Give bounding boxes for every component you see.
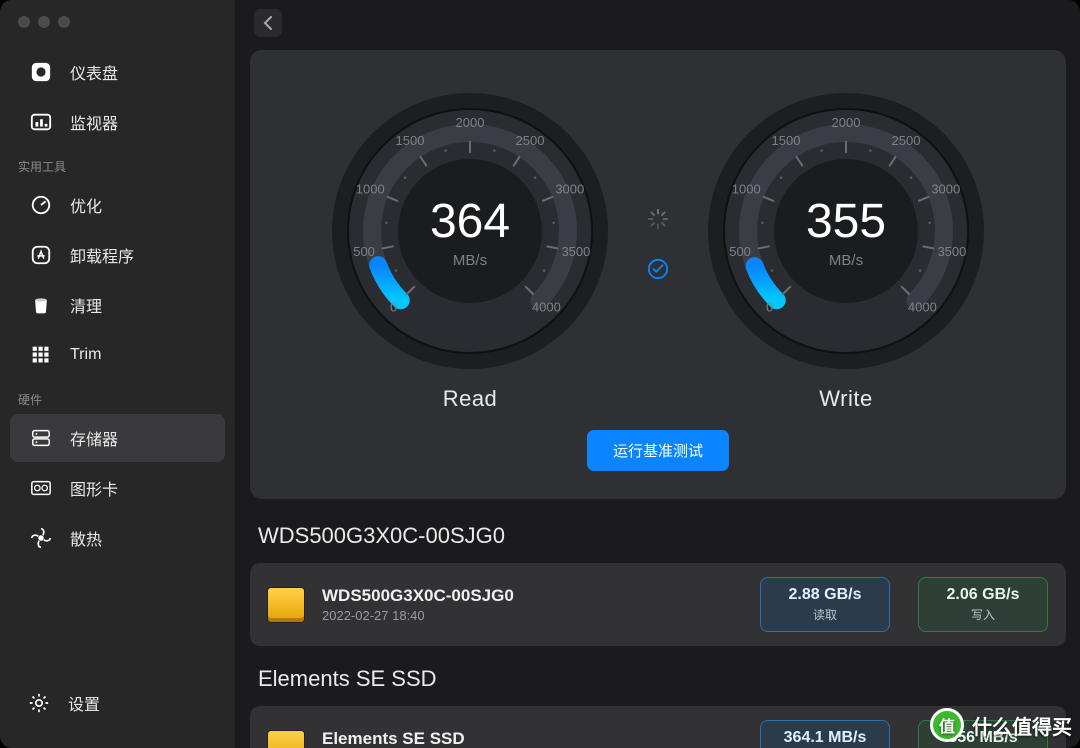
svg-text:364: 364 <box>430 195 510 248</box>
drive-icon <box>28 425 54 451</box>
svg-text:1500: 1500 <box>772 133 801 148</box>
svg-text:355: 355 <box>806 195 886 248</box>
sidebar-item-label: 优化 <box>70 193 102 217</box>
center-status-icons <box>620 208 696 280</box>
sidebar-item-label: 清理 <box>70 293 102 317</box>
fan-icon <box>28 525 54 551</box>
svg-text:4000: 4000 <box>908 299 937 314</box>
sidebar-item-gpu[interactable]: 图形卡 <box>10 464 225 512</box>
sidebar-item-storage[interactable]: 存储器 <box>10 414 225 462</box>
sidebar-item-label: 卸载程序 <box>70 243 134 267</box>
sidebar-section-hardware: 硬件 <box>0 381 235 412</box>
svg-text:2000: 2000 <box>456 115 485 130</box>
read-metric-pill: 2.88 GB/s 读取 <box>760 577 890 632</box>
svg-text:1000: 1000 <box>732 182 761 197</box>
sidebar-item-settings[interactable]: 设置 <box>18 680 217 726</box>
svg-text:0: 0 <box>766 299 773 314</box>
check-circle-icon <box>647 258 669 280</box>
gear-icon <box>26 690 52 716</box>
disk-icon <box>268 588 304 622</box>
device-name: WDS500G3X0C-00SJG0 <box>322 586 732 606</box>
gauge-read: 0 500 1000 1500 2000 2500 3000 3500 4000 364 MB/s <box>320 76 620 376</box>
device-result-row[interactable]: WDS500G3X0C-00SJG0 2022-02-27 18:40 2.88… <box>250 563 1066 646</box>
sidebar-item-label: 仪表盘 <box>70 60 118 84</box>
sidebar-item-trim[interactable]: Trim <box>10 331 225 379</box>
watermark: 值 什么值得买 <box>930 708 1072 742</box>
gauge-write: 0 500 1000 1500 2000 2500 3000 3500 4000 355 MB/s <box>696 76 996 376</box>
svg-text:3500: 3500 <box>561 244 590 259</box>
device-title: Elements SE SSD <box>250 646 1066 706</box>
read-value: 2.88 GB/s <box>781 586 869 604</box>
watermark-badge-icon: 值 <box>930 708 964 742</box>
svg-text:4000: 4000 <box>532 299 561 314</box>
read-label: 读取 <box>781 606 869 623</box>
write-value: 2.06 GB/s <box>939 586 1027 604</box>
sidebar-section-utils: 实用工具 <box>0 148 235 179</box>
sidebar-item-optimize[interactable]: 优化 <box>10 181 225 229</box>
svg-text:MB/s: MB/s <box>829 252 863 269</box>
grid-icon <box>28 342 54 368</box>
window-traffic-lights[interactable] <box>18 16 70 28</box>
device-name: Elements SE SSD <box>322 729 732 748</box>
spinner-icon <box>647 208 669 230</box>
sidebar-item-label: 监视器 <box>70 110 118 134</box>
device-title: WDS500G3X0C-00SJG0 <box>250 503 1066 563</box>
sidebar-item-cooling[interactable]: 散热 <box>10 514 225 562</box>
benchmark-panel: 05001000150020002500300035004000364MB/s … <box>250 50 1066 499</box>
gauge-icon <box>28 192 54 218</box>
svg-text:1500: 1500 <box>396 133 425 148</box>
sidebar-item-label: 图形卡 <box>70 476 118 500</box>
svg-text:MB/s: MB/s <box>453 252 487 269</box>
write-metric-pill: 2.06 GB/s 写入 <box>918 577 1048 632</box>
svg-text:500: 500 <box>729 244 751 259</box>
svg-text:1000: 1000 <box>356 182 385 197</box>
barchart-icon <box>28 109 54 135</box>
sidebar: 仪表盘 监视器 实用工具 优化 卸载程序 <box>0 0 236 748</box>
sidebar-item-label: Trim <box>70 346 101 364</box>
sidebar-item-monitor[interactable]: 监视器 <box>10 98 225 146</box>
gauge-write-caption: Write <box>819 386 872 412</box>
write-label: 写入 <box>939 606 1027 623</box>
disk-icon <box>268 731 304 748</box>
close-dot[interactable] <box>18 16 30 28</box>
svg-text:2500: 2500 <box>516 133 545 148</box>
sidebar-item-label: 存储器 <box>70 426 118 450</box>
svg-text:0: 0 <box>390 299 397 314</box>
appstore-icon <box>28 242 54 268</box>
device-timestamp: 2022-02-27 18:40 <box>322 608 732 623</box>
sidebar-item-label: 散热 <box>70 526 102 550</box>
watermark-text: 什么值得买 <box>972 711 1072 740</box>
svg-text:2500: 2500 <box>892 133 921 148</box>
main-panel: 05001000150020002500300035004000364MB/s … <box>236 0 1080 748</box>
sidebar-item-uninstaller[interactable]: 卸载程序 <box>10 231 225 279</box>
sidebar-item-clean[interactable]: 清理 <box>10 281 225 329</box>
gpu-icon <box>28 475 54 501</box>
svg-text:2000: 2000 <box>832 115 861 130</box>
fullscreen-dot[interactable] <box>58 16 70 28</box>
gauge-read-caption: Read <box>443 386 498 412</box>
run-benchmark-button[interactable]: 运行基准测试 <box>587 430 729 471</box>
sidebar-item-label: 设置 <box>68 691 100 715</box>
read-metric-pill: 364.1 MB/s 读取 <box>760 720 890 748</box>
svg-text:3000: 3000 <box>931 182 960 197</box>
apple-icon <box>28 59 54 85</box>
svg-text:500: 500 <box>353 244 375 259</box>
read-value: 364.1 MB/s <box>781 729 869 747</box>
topbar <box>236 0 1080 46</box>
svg-text:3500: 3500 <box>937 244 966 259</box>
minimize-dot[interactable] <box>38 16 50 28</box>
sidebar-item-dashboard[interactable]: 仪表盘 <box>10 48 225 96</box>
back-button[interactable] <box>254 9 282 37</box>
svg-text:3000: 3000 <box>555 182 584 197</box>
trash-icon <box>28 292 54 318</box>
